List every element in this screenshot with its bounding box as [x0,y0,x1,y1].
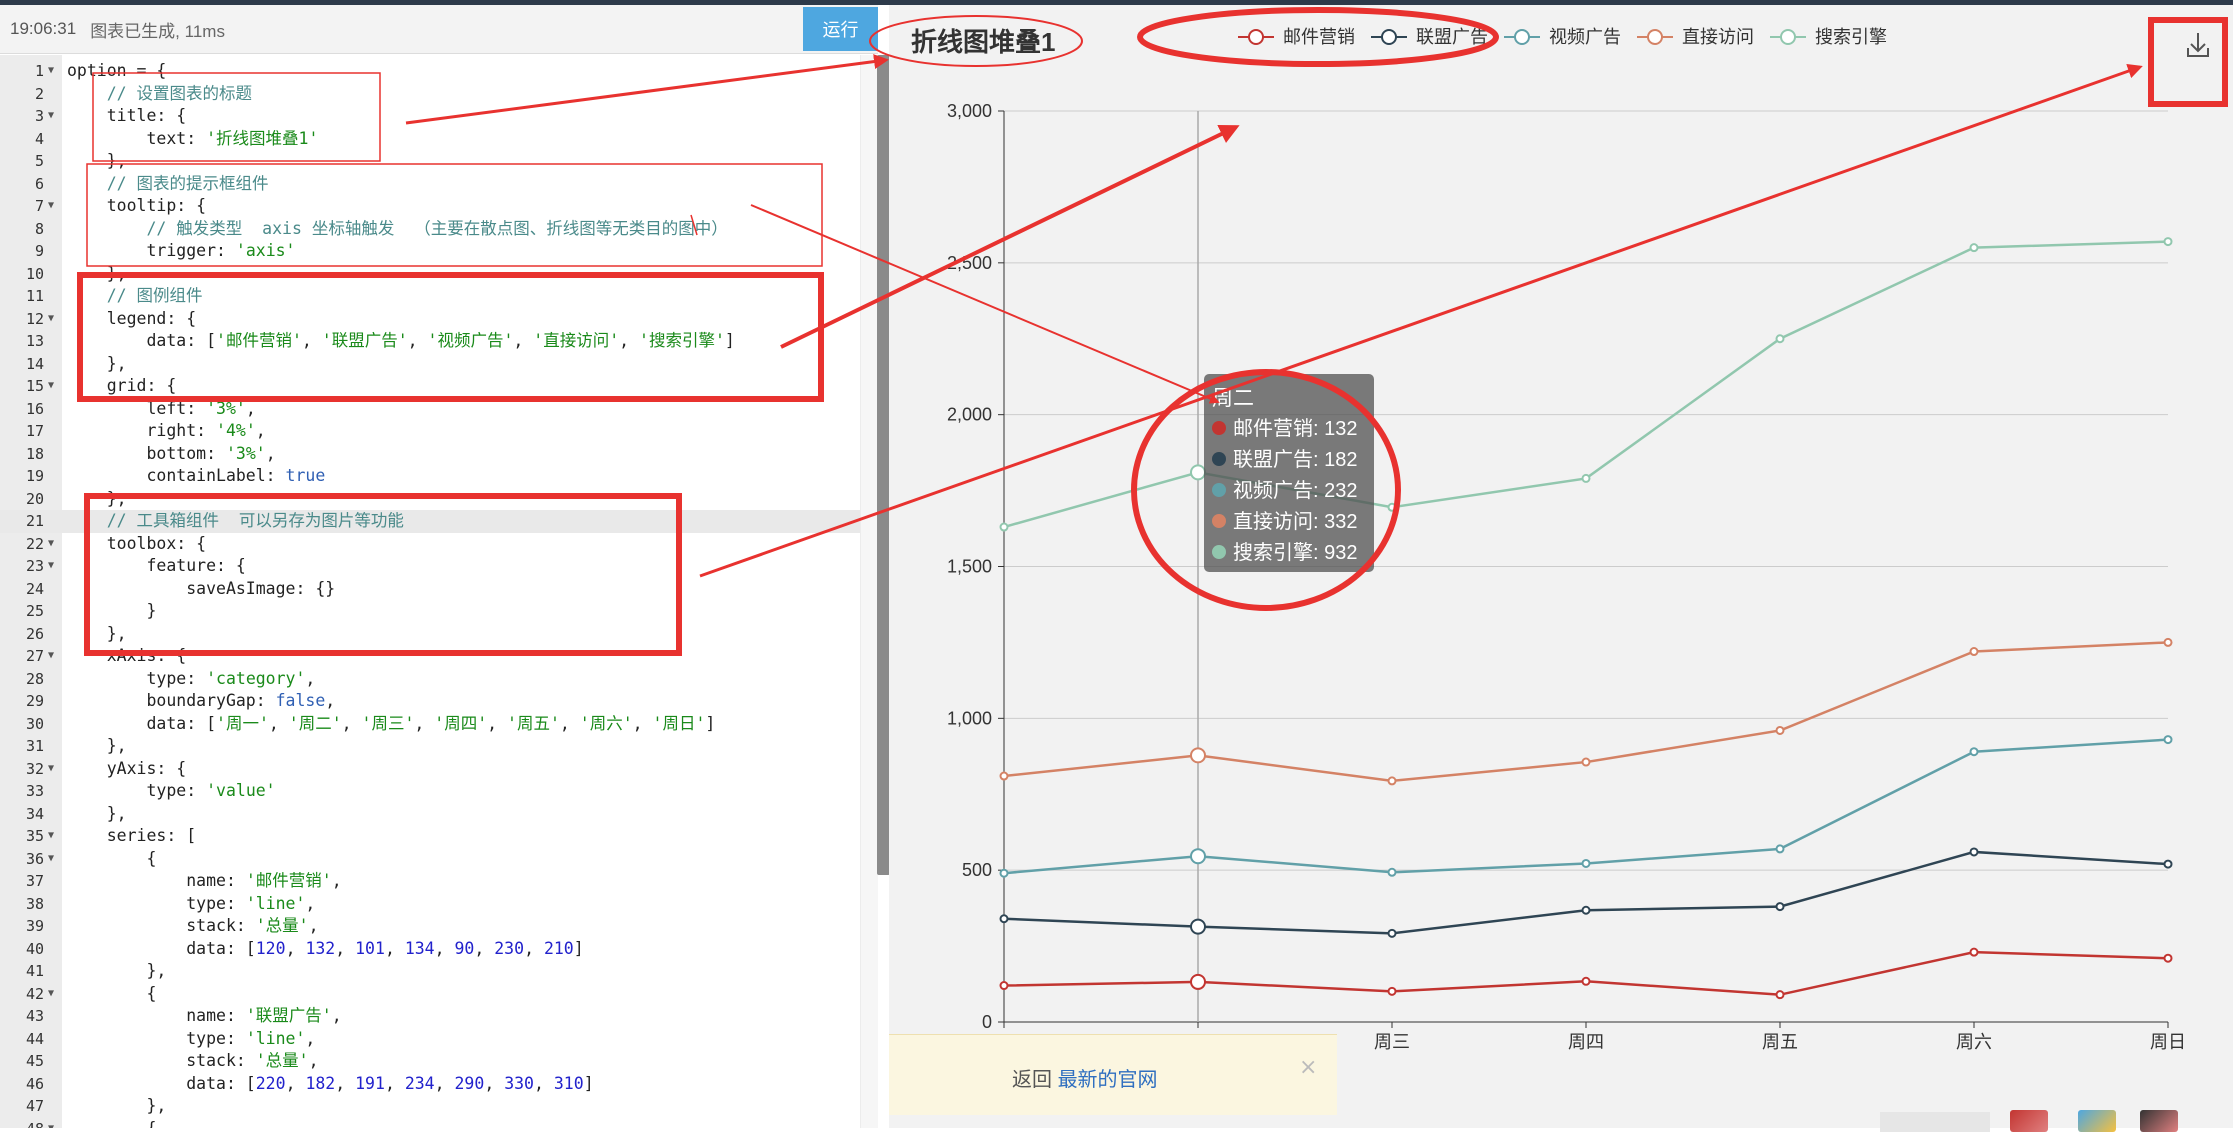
data-point [1387,928,1397,938]
legend-label: 邮件营销 [1283,27,1355,47]
data-point [1581,976,1591,986]
data-point [1581,858,1591,868]
x-tick-label: 周三 [1374,1032,1410,1052]
annotation-box-download [2148,17,2228,107]
data-point [1387,867,1397,877]
data-point [1969,243,1979,253]
data-point [1581,905,1591,915]
y-tick-label: 3,000 [947,101,992,121]
legend-label: 直接访问 [1682,27,1754,47]
data-point [1775,844,1785,854]
y-tick-label: 500 [962,860,992,880]
legend-label: 联盟广告 [1416,27,1488,47]
tooltip-dot [1212,514,1226,528]
y-tick-label: 2,000 [947,405,992,425]
legend-marker [1381,29,1397,45]
theme-swatch-blue[interactable] [2078,1110,2116,1132]
data-point [1969,747,1979,757]
data-point [1581,473,1591,483]
y-tick-label: 0 [982,1012,992,1032]
tooltip-row: 邮件营销: 132 [1233,417,1357,440]
data-point [1190,973,1206,990]
y-tick-label: 1,500 [947,557,992,577]
data-point [1387,776,1397,786]
annotation-layer [77,7,2228,656]
notice-text: 返回 最新的官网 [1012,1063,1158,1092]
x-tick-label: 周日 [2150,1032,2186,1052]
bottom-tab[interactable] [1880,1112,1990,1132]
chart-svg: 折线图堆叠105001,0001,5002,0002,5003,000周三 周四周… [77,7,2228,1052]
annotation-arrow-toolbox [699,63,2143,578]
notice-prefix: 返回 [1012,1069,1058,1091]
data-point [2163,953,2173,963]
legend-marker [1248,29,1264,45]
data-point [1190,848,1206,865]
legend-marker [1647,29,1663,45]
y-tick-label: 1,000 [947,708,992,728]
data-point [1387,986,1397,996]
annotation-box-title [92,72,381,162]
data-point [999,914,1009,924]
data-point [1775,725,1785,735]
tooltip-row: 视频广告: 232 [1233,479,1357,502]
notice-banner: 返回 最新的官网 × [889,1034,1337,1115]
data-point [1581,757,1591,767]
theme-swatch-dark[interactable] [2140,1110,2178,1132]
tooltip-dot [1212,545,1226,559]
data-point [1969,647,1979,657]
annotation-cursor-mark [690,214,698,236]
x-tick-label: 周六 [1956,1032,1992,1052]
data-point [1190,464,1206,481]
data-point [1190,747,1206,764]
tooltip-title: 周二 [1212,387,1254,410]
legend-label: 视频广告 [1549,27,1621,47]
data-point [2163,237,2173,247]
annotation-box-toolbox [84,493,682,656]
tooltip-dot [1212,452,1226,466]
legend-marker [1514,29,1530,45]
series-line [1003,950,2169,996]
annotation-box-legend [77,272,824,402]
tooltip-row: 直接访问: 332 [1233,510,1357,533]
tooltip-row: 联盟广告: 182 [1233,448,1357,471]
data-point [1775,334,1785,344]
notice-link[interactable]: 最新的官网 [1058,1069,1158,1091]
data-point [2163,735,2173,745]
data-point [1969,947,1979,957]
data-point [1775,902,1785,912]
data-point [999,771,1009,781]
tooltip: 周二邮件营销: 132 联盟广告: 182 视频广告: 232 直接访问: 332 搜索… [1204,374,1374,572]
annotation-arrow-title [405,54,889,125]
data-point [999,522,1009,532]
download-icon [2187,33,2209,57]
legend-marker [1780,29,1796,45]
data-point [1969,847,1979,857]
annotation-box-tooltip [86,163,823,267]
theme-swatch-red[interactable] [2010,1110,2048,1132]
data-point [2163,859,2173,869]
x-tick-label: 周四 [1568,1032,1604,1052]
data-point [1775,990,1785,1000]
close-icon[interactable]: × [1299,1055,1317,1080]
data-point [999,868,1009,878]
legend-label: 搜索引擎 [1815,27,1887,47]
chart-title: 折线图堆叠1 [911,27,1055,57]
data-point [999,981,1009,991]
x-tick-label: 周五 [1762,1032,1798,1052]
tooltip-row: 搜索引擎: 932 [1233,541,1357,564]
data-point [1190,918,1206,935]
tooltip-dot [1212,483,1226,497]
tooltip-dot [1212,421,1226,435]
data-point [2163,637,2173,647]
